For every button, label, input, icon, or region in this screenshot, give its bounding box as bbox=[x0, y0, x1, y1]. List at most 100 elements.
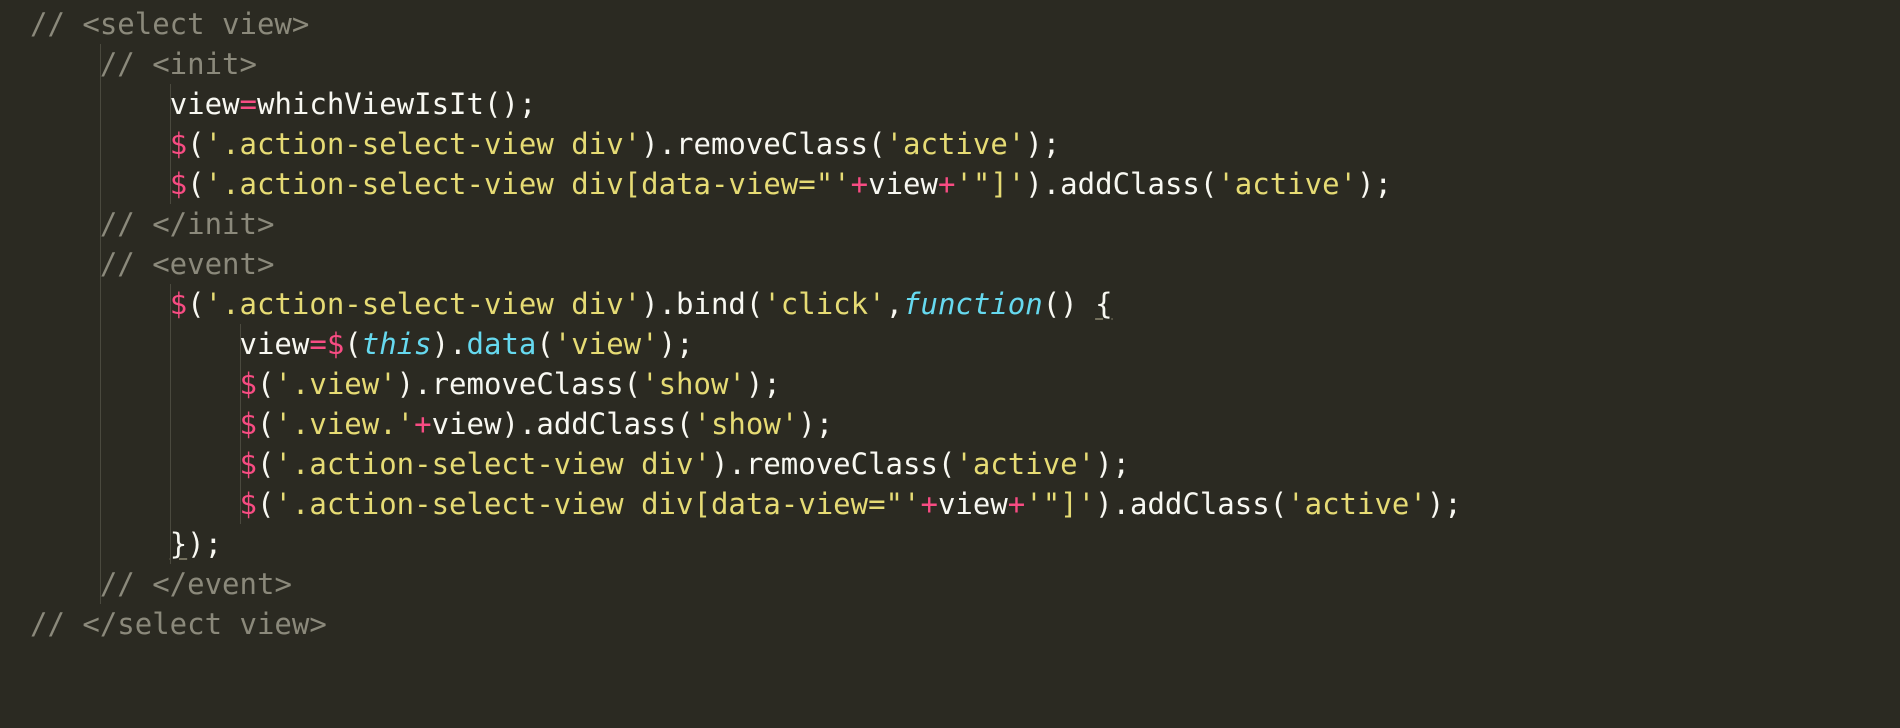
code-line[interactable]: // <select view> bbox=[0, 4, 1900, 44]
code-token: = bbox=[309, 327, 326, 361]
indent-guide bbox=[100, 204, 101, 244]
code-token: + bbox=[920, 487, 937, 521]
code-line[interactable]: $('.action-select-view div[data-view="'+… bbox=[0, 484, 1900, 524]
code-token: view bbox=[868, 167, 938, 201]
code-token: $ bbox=[170, 127, 187, 161]
code-token: { bbox=[1095, 287, 1112, 321]
code-line[interactable]: $('.action-select-view div').removeClass… bbox=[0, 124, 1900, 164]
indent-guide bbox=[100, 164, 101, 204]
code-token: ).bind( bbox=[641, 287, 763, 321]
code-token: $ bbox=[327, 327, 344, 361]
code-line[interactable]: }); bbox=[0, 524, 1900, 564]
code-token: 'show' bbox=[694, 407, 799, 441]
indent-guide bbox=[240, 324, 241, 364]
code-line[interactable]: // <event> bbox=[0, 244, 1900, 284]
code-token: $ bbox=[170, 167, 187, 201]
indent-guide bbox=[100, 244, 101, 284]
code-token: ); bbox=[1025, 127, 1060, 161]
code-token: ( bbox=[187, 287, 204, 321]
code-token: $ bbox=[240, 407, 257, 441]
indent bbox=[30, 367, 240, 401]
indent-guide bbox=[100, 404, 101, 444]
code-token: data bbox=[467, 327, 537, 361]
code-token: view bbox=[938, 487, 1008, 521]
code-token: '.action-select-view div' bbox=[274, 447, 711, 481]
code-line[interactable]: // <init> bbox=[0, 44, 1900, 84]
indent-guide bbox=[170, 484, 171, 524]
code-token: '.action-select-view div' bbox=[205, 127, 642, 161]
code-line[interactable]: // </init> bbox=[0, 204, 1900, 244]
code-token: view bbox=[240, 327, 310, 361]
code-token: ).addClass( bbox=[1025, 167, 1217, 201]
indent bbox=[30, 567, 100, 601]
code-token: 'active' bbox=[886, 127, 1026, 161]
code-editor[interactable]: // <select view> // <init> view=whichVie… bbox=[0, 0, 1900, 644]
indent-guide bbox=[100, 564, 101, 604]
code-token: '.action-select-view div[data-view="' bbox=[274, 487, 920, 521]
code-line[interactable]: $('.view').removeClass('show'); bbox=[0, 364, 1900, 404]
indent-guide bbox=[100, 364, 101, 404]
code-token: ).removeClass( bbox=[397, 367, 641, 401]
indent bbox=[30, 207, 100, 241]
code-token: view bbox=[170, 87, 240, 121]
indent-guide bbox=[240, 444, 241, 484]
code-token: ( bbox=[257, 447, 274, 481]
indent-guide bbox=[170, 404, 171, 444]
code-line[interactable]: $('.view.'+view).addClass('show'); bbox=[0, 404, 1900, 444]
code-token: ); bbox=[1427, 487, 1462, 521]
indent bbox=[30, 447, 240, 481]
code-token: '.view.' bbox=[274, 407, 414, 441]
code-token: '"]' bbox=[1025, 487, 1095, 521]
code-line[interactable]: $('.action-select-view div').removeClass… bbox=[0, 444, 1900, 484]
code-token: whichViewIsIt(); bbox=[257, 87, 536, 121]
code-token: // </init> bbox=[100, 207, 275, 241]
indent-guide bbox=[100, 284, 101, 324]
code-token: () bbox=[1043, 287, 1095, 321]
code-token: + bbox=[851, 167, 868, 201]
code-line[interactable]: view=whichViewIsIt(); bbox=[0, 84, 1900, 124]
code-line[interactable]: // </event> bbox=[0, 564, 1900, 604]
code-token: ); bbox=[187, 527, 222, 561]
code-token: ). bbox=[432, 327, 467, 361]
indent-guide bbox=[240, 484, 241, 524]
indent-guide bbox=[100, 84, 101, 124]
code-token: '.action-select-view div[data-view="' bbox=[205, 167, 851, 201]
code-token: = bbox=[240, 87, 257, 121]
indent-guide bbox=[100, 524, 101, 564]
code-token: $ bbox=[170, 287, 187, 321]
indent-guide bbox=[170, 124, 171, 164]
indent bbox=[30, 47, 100, 81]
indent-guide bbox=[100, 484, 101, 524]
code-token: this bbox=[362, 327, 432, 361]
code-token: + bbox=[414, 407, 431, 441]
code-token: $ bbox=[240, 447, 257, 481]
indent-guide bbox=[100, 324, 101, 364]
indent bbox=[30, 247, 100, 281]
code-token: // </select view> bbox=[30, 607, 327, 641]
indent bbox=[30, 327, 240, 361]
indent-guide bbox=[100, 444, 101, 484]
indent bbox=[30, 407, 240, 441]
code-line[interactable]: $('.action-select-view div[data-view="'+… bbox=[0, 164, 1900, 204]
code-token: 'active' bbox=[1287, 487, 1427, 521]
code-token: 'click' bbox=[763, 287, 885, 321]
indent-guide bbox=[170, 364, 171, 404]
code-token: 'show' bbox=[641, 367, 746, 401]
code-token: ( bbox=[187, 167, 204, 201]
indent-guide bbox=[170, 284, 171, 324]
indent-guide bbox=[170, 324, 171, 364]
code-token: ); bbox=[659, 327, 694, 361]
code-token: $ bbox=[240, 367, 257, 401]
code-token: ); bbox=[1095, 447, 1130, 481]
code-line[interactable]: // </select view> bbox=[0, 604, 1900, 644]
code-token: 'active' bbox=[1217, 167, 1357, 201]
code-token: ( bbox=[257, 407, 274, 441]
code-token: '.view' bbox=[274, 367, 396, 401]
code-token: ); bbox=[746, 367, 781, 401]
code-line[interactable]: $('.action-select-view div').bind('click… bbox=[0, 284, 1900, 324]
code-line[interactable]: view=$(this).data('view'); bbox=[0, 324, 1900, 364]
code-token: ( bbox=[536, 327, 553, 361]
code-token: ).addClass( bbox=[1095, 487, 1287, 521]
code-token: 'view' bbox=[554, 327, 659, 361]
indent-guide bbox=[170, 164, 171, 204]
